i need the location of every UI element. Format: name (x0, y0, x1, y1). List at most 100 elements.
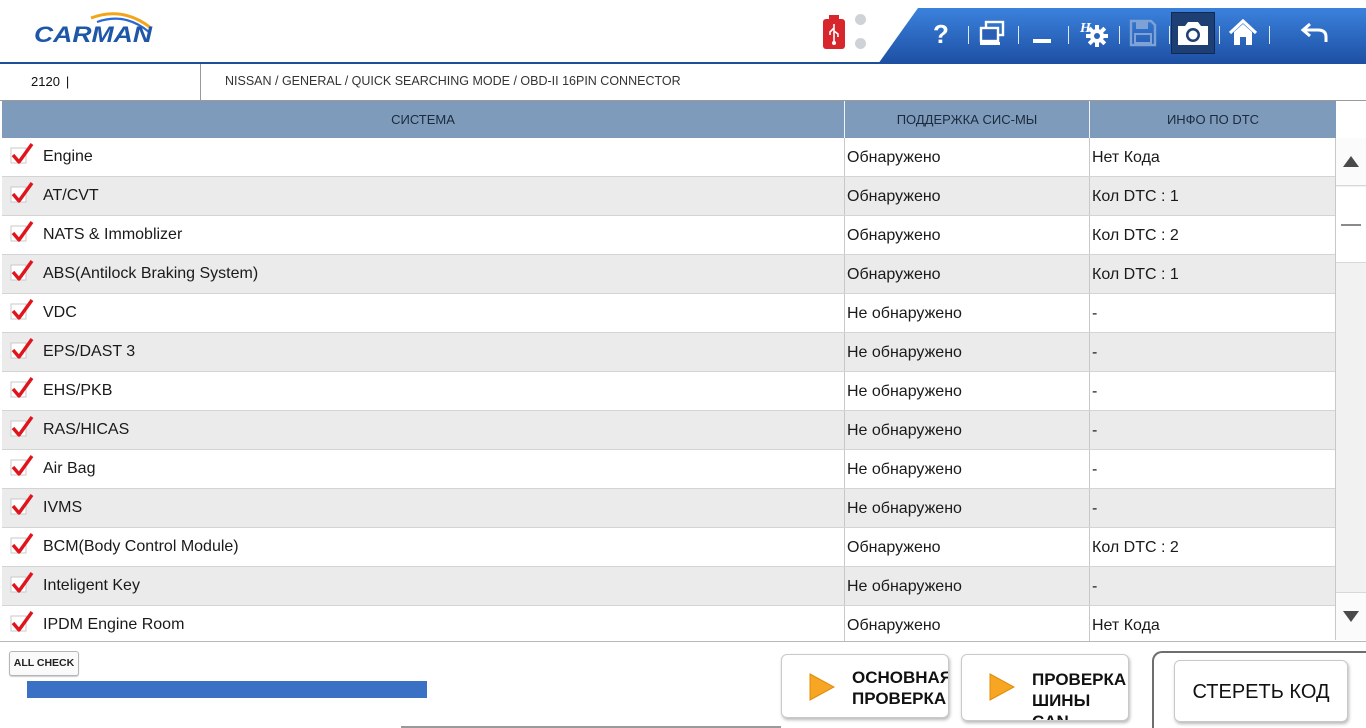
table-row[interactable]: Engine Обнаружено Нет Кода (2, 138, 1336, 177)
table-row[interactable]: VDC Не обнаружено - (2, 294, 1336, 333)
app-header: CARMAN ? H (0, 0, 1366, 64)
column-header-support: ПОДДЕРЖКА СИС-МЫ (845, 101, 1090, 138)
table-row[interactable]: Air Bag Не обнаружено - (2, 450, 1336, 489)
checkmark-icon[interactable] (10, 220, 34, 244)
settings-button[interactable]: H (1071, 12, 1115, 54)
vehicle-code: 2120 (31, 74, 60, 89)
info-bar: 2120 | NISSAN / GENERAL / QUICK SEARCHING… (0, 64, 1366, 101)
system-cell: BCM(Body Control Module) (2, 528, 845, 566)
checkmark-icon[interactable] (10, 610, 34, 634)
system-name: Engine (43, 148, 93, 165)
table-row[interactable]: Inteligent Key Не обнаружено - (2, 567, 1336, 606)
support-cell: Обнаружено (845, 255, 1090, 293)
play-icon (809, 673, 835, 701)
system-cell: ABS(Antilock Braking System) (2, 255, 845, 293)
checkmark-icon[interactable] (10, 493, 34, 517)
minimize-icon (1033, 39, 1051, 43)
basic-check-button[interactable]: ОСНОВНАЯ ПРОВЕРКА (781, 654, 949, 718)
progress-fill (27, 681, 427, 698)
erase-codes-button[interactable]: СТЕРЕТЬ КОД (1174, 660, 1348, 722)
checkmark-icon[interactable] (10, 337, 34, 361)
table-row[interactable]: EPS/DAST 3 Не обнаружено - (2, 333, 1336, 372)
back-button[interactable] (1293, 12, 1337, 54)
support-cell: Не обнаружено (845, 450, 1090, 488)
table-row[interactable]: IPDM Engine Room Обнаружено Нет Кода (2, 606, 1336, 641)
system-name: ABS(Antilock Braking System) (43, 265, 259, 282)
camera-icon (1178, 22, 1208, 45)
dtc-info-cell: - (1092, 383, 1098, 400)
checkmark-icon[interactable] (10, 259, 34, 283)
dtc-info-cell: - (1092, 422, 1098, 439)
scroll-up-button[interactable] (1336, 138, 1366, 186)
checkmark-icon[interactable] (10, 298, 34, 322)
table-row[interactable]: BCM(Body Control Module) Обнаружено Кол DT… (2, 528, 1336, 567)
scroll-thumb[interactable] (1336, 187, 1366, 263)
minimize-button[interactable] (1020, 12, 1064, 54)
support-cell: Обнаружено (845, 138, 1090, 176)
can-bus-check-button[interactable]: ПРОВЕРКА ШИНЫ CAN (961, 654, 1129, 721)
table-row[interactable]: ABS(Antilock Braking System) Обнаружено Ко… (2, 255, 1336, 294)
system-cell: VDC (2, 294, 845, 332)
settings-icon: H (1079, 21, 1108, 47)
dtc-info-cell: Кол DTC : 1 (1092, 188, 1179, 205)
triangle-up-icon (1343, 156, 1359, 167)
system-name: IVMS (43, 499, 83, 516)
checkmark-icon[interactable] (10, 142, 34, 166)
dtc-info-cell: Кол DTC : 2 (1092, 539, 1179, 556)
windows-button[interactable] (970, 12, 1014, 54)
table-row[interactable]: NATS & Immoblizer Обнаружено Кол DTC : 2 (2, 216, 1336, 255)
all-check-button[interactable]: ALL CHECK (9, 651, 79, 676)
basic-check-label: ОСНОВНАЯ ПРОВЕРКА (852, 668, 949, 708)
table-row[interactable]: IVMS Не обнаружено - (2, 489, 1336, 528)
system-cell: Inteligent Key (2, 567, 845, 605)
system-name: VDC (43, 304, 77, 321)
grip-icon (1341, 223, 1361, 226)
table-body: Engine Обнаружено Нет Кода AT/CVT Обнаружено… (2, 138, 1336, 641)
system-cell: Air Bag (2, 450, 845, 488)
scroll-down-button[interactable] (1336, 592, 1366, 640)
support-cell: Обнаружено (845, 177, 1090, 215)
system-name: Air Bag (43, 460, 96, 477)
screenshot-button[interactable] (1171, 12, 1215, 54)
table-header: СИСТЕМА ПОДДЕРЖКА СИС-МЫ ИНФО ПО DTC (2, 101, 1336, 138)
save-icon (1129, 19, 1157, 47)
system-cell: AT/CVT (2, 177, 845, 215)
home-button[interactable] (1221, 12, 1265, 54)
system-name: NATS & Immoblizer (43, 226, 183, 243)
text-caret: | (65, 74, 70, 89)
back-icon (1300, 22, 1328, 42)
logo-text: CARMAN (34, 22, 153, 47)
column-header-system: СИСТЕМА (2, 101, 845, 138)
table-scrollbar[interactable] (1335, 138, 1366, 640)
vehicle-code-field[interactable]: 2120 | (0, 64, 201, 100)
support-cell: Не обнаружено (845, 489, 1090, 527)
checkmark-icon[interactable] (10, 415, 34, 439)
carman-logo: CARMAN (34, 12, 153, 47)
support-cell: Обнаружено (845, 528, 1090, 566)
system-cell: EHS/PKB (2, 372, 845, 410)
checkmark-icon[interactable] (10, 454, 34, 478)
support-cell: Не обнаружено (845, 333, 1090, 371)
dtc-info-cell: Кол DTC : 2 (1092, 227, 1179, 244)
column-header-dtc-info: ИНФО ПО DTC (1166, 112, 1260, 127)
system-name: IPDM Engine Room (43, 616, 185, 633)
svg-text:?: ? (933, 19, 949, 48)
checkmark-icon[interactable] (10, 181, 34, 205)
table-row[interactable]: RAS/HICAS Не обнаружено - (2, 411, 1336, 450)
erase-panel: СТЕРЕТЬ КОД (1152, 651, 1366, 728)
progress-bar (27, 681, 427, 698)
support-cell: Обнаружено (845, 606, 1090, 641)
system-name: BCM(Body Control Module) (43, 538, 239, 555)
dtc-info-cell: - (1092, 578, 1098, 595)
save-button[interactable] (1121, 12, 1165, 54)
windows-icon (979, 20, 1005, 45)
dtc-info-cell: - (1092, 305, 1098, 322)
system-cell: IPDM Engine Room (2, 606, 845, 641)
checkmark-icon[interactable] (10, 376, 34, 400)
dtc-info-cell: - (1092, 500, 1098, 517)
checkmark-icon[interactable] (10, 571, 34, 595)
table-row[interactable]: AT/CVT Обнаружено Кол DTC : 1 (2, 177, 1336, 216)
checkmark-icon[interactable] (10, 532, 34, 556)
help-button[interactable]: ? (919, 12, 963, 54)
table-row[interactable]: EHS/PKB Не обнаружено - (2, 372, 1336, 411)
